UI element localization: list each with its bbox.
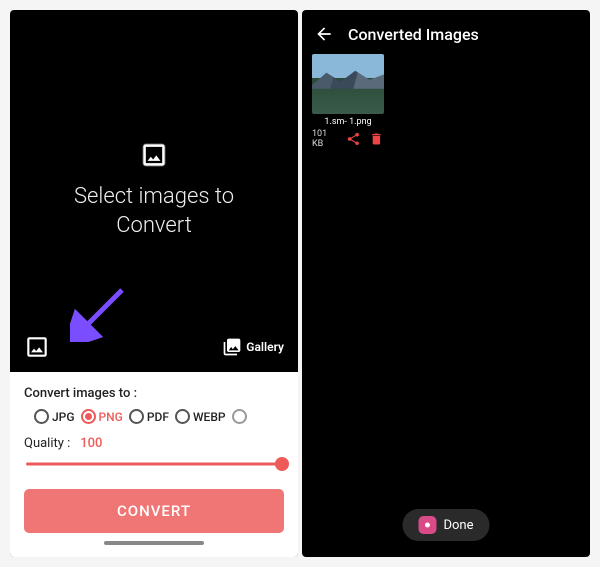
radio-webp[interactable]: WEBP xyxy=(175,409,226,424)
image-icon xyxy=(140,141,168,169)
radio-label: JPG xyxy=(52,410,75,424)
gallery-label: Gallery xyxy=(246,340,284,354)
file-actions: 101 KB xyxy=(312,129,384,149)
gallery-icon xyxy=(222,337,242,357)
radio-circle-icon xyxy=(34,409,49,424)
radio-circle-icon xyxy=(129,409,144,424)
settings-panel: Convert images to : JPG PNG PDF WEBP xyxy=(10,372,298,557)
result-item[interactable]: 1.sm- 1.png 101 KB xyxy=(312,54,384,149)
delete-icon[interactable] xyxy=(369,131,384,147)
select-line2: Convert xyxy=(74,212,234,241)
home-indicator xyxy=(104,541,204,545)
done-label: Done xyxy=(443,518,473,533)
radio-jpg[interactable]: JPG xyxy=(34,409,75,424)
bottom-toolbar: Gallery xyxy=(10,334,298,360)
radio-label: WEBP xyxy=(193,410,226,424)
select-area[interactable]: Select images to Convert Gallery xyxy=(10,10,298,372)
convert-button[interactable]: CONVERT xyxy=(24,489,284,533)
pointer-arrow-icon xyxy=(70,282,130,342)
radio-png[interactable]: PNG xyxy=(81,409,123,424)
quality-row: Quality : 100 xyxy=(24,436,284,451)
thumbnail-image[interactable] xyxy=(312,54,384,114)
convert-to-label: Convert images to : xyxy=(24,386,284,401)
slider-track xyxy=(26,463,282,466)
back-icon[interactable] xyxy=(314,24,334,44)
right-screen: Converted Images 1.sm- 1.png 101 KB Done xyxy=(302,10,590,557)
select-line1: Select images to xyxy=(74,183,234,212)
page-title: Converted Images xyxy=(348,25,479,44)
done-button[interactable]: Done xyxy=(402,509,489,541)
quality-value: 100 xyxy=(80,436,102,451)
done-app-icon xyxy=(418,516,436,534)
left-screen: Select images to Convert Gallery xyxy=(10,10,298,557)
radio-pdf[interactable]: PDF xyxy=(129,409,169,424)
result-grid: 1.sm- 1.png 101 KB xyxy=(302,48,590,155)
radio-label: PNG xyxy=(99,410,123,424)
radio-circle-icon xyxy=(232,409,247,424)
slider-thumb-icon[interactable] xyxy=(275,457,289,471)
radio-more[interactable] xyxy=(232,409,247,424)
radio-circle-icon xyxy=(81,409,96,424)
file-name: 1.sm- 1.png xyxy=(312,117,384,127)
quality-slider[interactable] xyxy=(26,453,282,475)
quality-label: Quality : xyxy=(24,436,70,451)
format-radios: JPG PNG PDF WEBP xyxy=(24,409,284,424)
radio-label: PDF xyxy=(147,410,169,424)
header: Converted Images xyxy=(302,10,590,48)
pick-image-icon[interactable] xyxy=(24,334,50,360)
file-size: 101 KB xyxy=(312,129,338,149)
gallery-button[interactable]: Gallery xyxy=(222,337,284,357)
select-prompt: Select images to Convert xyxy=(74,183,234,240)
share-icon[interactable] xyxy=(346,131,361,147)
radio-circle-icon xyxy=(175,409,190,424)
